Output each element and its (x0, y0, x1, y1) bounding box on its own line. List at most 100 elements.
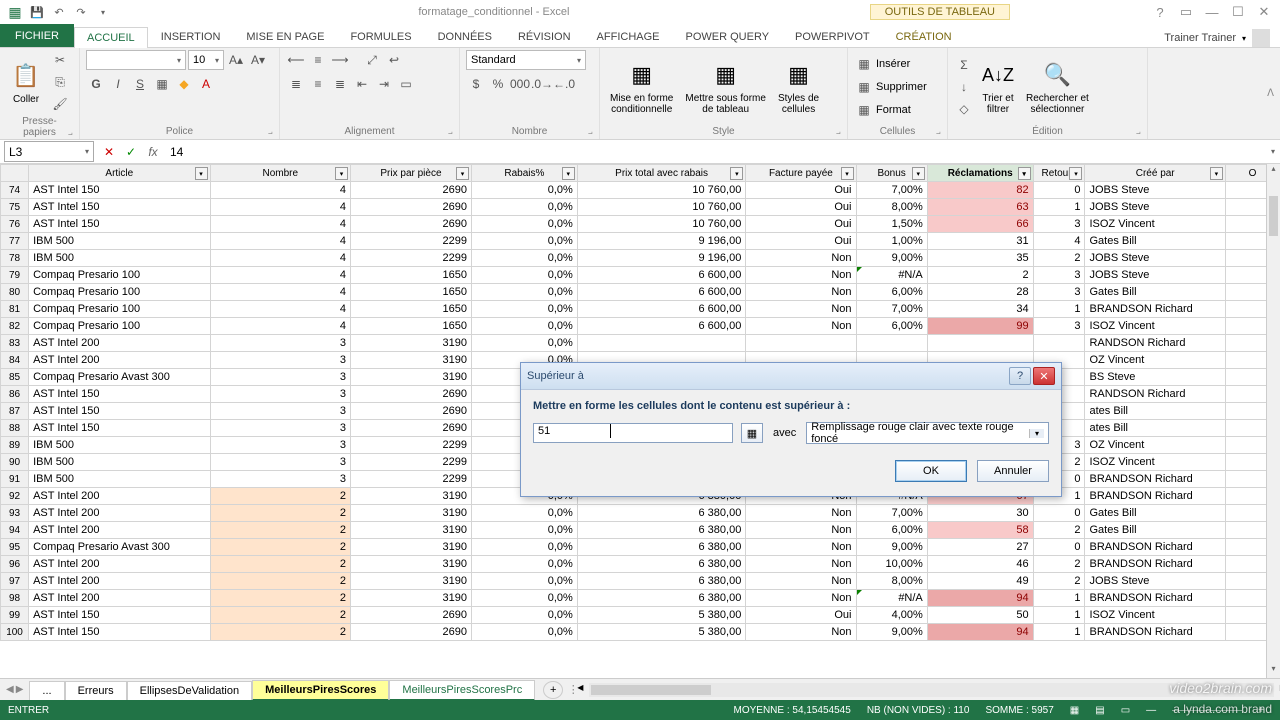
cell[interactable]: 1,50% (856, 216, 927, 233)
cell[interactable]: 2 (1033, 556, 1085, 573)
row-header[interactable]: 88 (1, 420, 29, 437)
tab-insertion[interactable]: INSERTION (148, 26, 234, 47)
zoom-in-icon[interactable]: + (1258, 705, 1264, 716)
cell[interactable]: 4 (210, 199, 350, 216)
cell[interactable]: 0,0% (471, 216, 577, 233)
insert-cells-button[interactable]: ▦Insérer (854, 54, 927, 74)
cell[interactable]: 10 760,00 (577, 216, 746, 233)
row-header[interactable]: 82 (1, 318, 29, 335)
cell[interactable]: 0,0% (471, 556, 577, 573)
cell[interactable]: 3190 (350, 505, 471, 522)
cell[interactable]: 6 380,00 (577, 505, 746, 522)
cell[interactable]: BRANDSON Richard (1085, 590, 1225, 607)
cell[interactable]: AST Intel 200 (29, 556, 210, 573)
scroll-down-icon[interactable]: ▾ (1267, 664, 1280, 678)
cell[interactable] (927, 335, 1033, 352)
cell[interactable]: 1 (1033, 199, 1085, 216)
cell[interactable]: 8,00% (856, 199, 927, 216)
cell[interactable]: 2 (1033, 250, 1085, 267)
column-header[interactable]: Article▾ (29, 165, 210, 182)
cell[interactable]: 9,00% (856, 624, 927, 641)
cell[interactable]: 2 (210, 505, 350, 522)
cell[interactable]: 58 (927, 522, 1033, 539)
cell[interactable]: Oui (746, 182, 856, 199)
cell[interactable] (1033, 335, 1085, 352)
filter-dropdown-icon[interactable]: ▾ (1210, 167, 1223, 180)
align-bottom-icon[interactable]: ⟶ (330, 50, 350, 70)
tab-creation[interactable]: CRÉATION (883, 26, 965, 47)
cell[interactable]: 2690 (350, 182, 471, 199)
cell[interactable]: 3190 (350, 488, 471, 505)
sort-filter-button[interactable]: A↓ZTrier et filtrer (978, 57, 1018, 117)
cell[interactable]: ISOZ Vincent (1085, 454, 1225, 471)
sheet-tab-erreurs[interactable]: Erreurs (65, 681, 127, 700)
autosum-icon[interactable]: Σ (954, 55, 974, 75)
cell[interactable]: 2690 (350, 403, 471, 420)
ok-button[interactable]: OK (895, 460, 967, 482)
inc-decimal-icon[interactable]: .0→ (532, 74, 552, 94)
cell[interactable]: 10 760,00 (577, 199, 746, 216)
cell[interactable]: 3 (1033, 267, 1085, 284)
cell[interactable]: 27 (927, 539, 1033, 556)
cell[interactable]: 3 (210, 352, 350, 369)
cell[interactable]: 0,0% (471, 318, 577, 335)
cell[interactable]: Oui (746, 233, 856, 250)
cut-icon[interactable]: ✂ (50, 50, 70, 70)
align-middle-icon[interactable]: ≡ (308, 50, 328, 70)
column-header[interactable]: Facture payée▾ (746, 165, 856, 182)
cell[interactable]: 3190 (350, 590, 471, 607)
column-header[interactable]: Nombre▾ (210, 165, 350, 182)
align-center-icon[interactable]: ≡ (308, 74, 328, 94)
cell[interactable]: 1 (1033, 590, 1085, 607)
threshold-input[interactable]: 51 (533, 423, 733, 443)
cell[interactable]: 2 (210, 488, 350, 505)
tab-revision[interactable]: RÉVISION (505, 26, 584, 47)
cell[interactable]: 2299 (350, 471, 471, 488)
cell[interactable]: ISOZ Vincent (1085, 318, 1225, 335)
cell[interactable]: Non (746, 505, 856, 522)
merge-icon[interactable]: ▭ (396, 74, 416, 94)
formula-confirm-icon[interactable]: ✓ (120, 145, 142, 159)
cell[interactable]: 34 (927, 301, 1033, 318)
cell[interactable]: 9,00% (856, 539, 927, 556)
row-header[interactable]: 81 (1, 301, 29, 318)
table-row[interactable]: 96AST Intel 200231900,0%6 380,00Non10,00… (1, 556, 1280, 573)
column-header[interactable]: Prix total avec rabais▾ (577, 165, 746, 182)
cell[interactable]: 2690 (350, 216, 471, 233)
cell[interactable]: 0,0% (471, 233, 577, 250)
cell[interactable]: 3 (1033, 318, 1085, 335)
paste-button[interactable]: 📋 Coller (6, 58, 46, 107)
cell[interactable]: 63 (927, 199, 1033, 216)
sheet-nav-next-icon[interactable]: ▶ (16, 684, 24, 695)
cell[interactable]: 2690 (350, 420, 471, 437)
number-format-combo[interactable]: Standard▾ (466, 50, 586, 70)
cell[interactable]: 4 (210, 301, 350, 318)
cell[interactable]: 3 (210, 420, 350, 437)
cell[interactable]: 94 (927, 590, 1033, 607)
table-row[interactable]: 76AST Intel 150426900,0%10 760,00Oui1,50… (1, 216, 1280, 233)
delete-cells-button[interactable]: ▦Supprimer (854, 77, 927, 97)
cell[interactable]: 6 600,00 (577, 267, 746, 284)
redo-icon[interactable]: ↷ (72, 3, 90, 21)
copy-icon[interactable]: ⎘ (50, 72, 70, 92)
table-row[interactable]: 82Compaq Presario 100416500,0%6 600,00No… (1, 318, 1280, 335)
fill-color-icon[interactable]: ◆ (174, 74, 194, 94)
cell[interactable]: RANDSON Richard (1085, 335, 1225, 352)
cell[interactable]: 0,0% (471, 624, 577, 641)
cell[interactable]: 3 (210, 386, 350, 403)
cell[interactable]: AST Intel 200 (29, 505, 210, 522)
row-header[interactable]: 77 (1, 233, 29, 250)
cell[interactable]: 1650 (350, 267, 471, 284)
cell[interactable]: 7,00% (856, 505, 927, 522)
cell[interactable]: 6,00% (856, 284, 927, 301)
cell[interactable]: IBM 500 (29, 437, 210, 454)
table-row[interactable]: 98AST Intel 200231900,0%6 380,00Non#N/A9… (1, 590, 1280, 607)
zoom-out-icon[interactable]: — (1146, 705, 1156, 716)
save-icon[interactable]: 💾 (28, 3, 46, 21)
cell[interactable]: 3 (210, 471, 350, 488)
cell[interactable]: AST Intel 150 (29, 216, 210, 233)
dialog-help-icon[interactable]: ? (1009, 367, 1031, 385)
cell[interactable]: 46 (927, 556, 1033, 573)
cell[interactable]: 3190 (350, 369, 471, 386)
ribbon-options-icon[interactable]: ▭ (1176, 4, 1196, 20)
